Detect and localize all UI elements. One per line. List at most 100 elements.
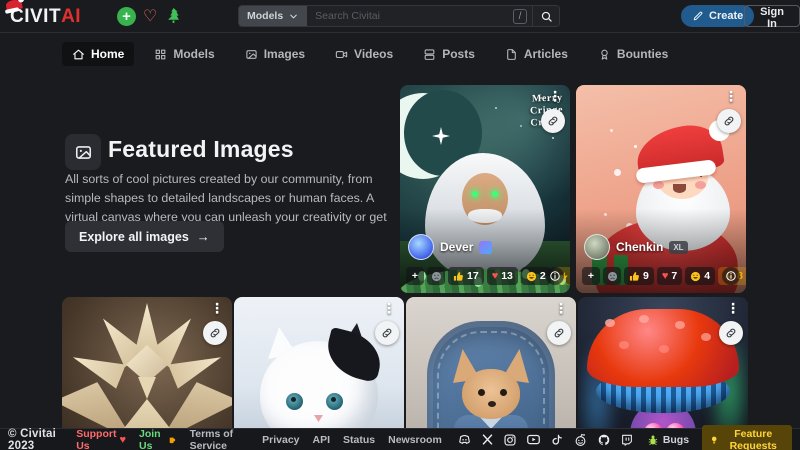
copyright: © Civitai 2023 xyxy=(8,428,63,450)
username: Chenkin xyxy=(616,240,663,254)
civitai-homepage: CIVITAI + ♡ Models / Create Sign In Home… xyxy=(0,0,800,450)
image-card-santa[interactable]: ⋮ Chenkin XL + 9 ♥7 4 8 xyxy=(576,85,746,293)
heart-icon: ♥ xyxy=(662,270,669,282)
card-menu-button[interactable]: ⋮ xyxy=(726,301,740,315)
main-nav: Home Models Images Videos Posts Articles… xyxy=(0,33,800,75)
tab-label: Posts xyxy=(442,47,475,61)
instagram-icon[interactable] xyxy=(503,433,517,447)
user-row[interactable]: Dever xyxy=(408,234,492,260)
cry-icon xyxy=(431,271,442,282)
explore-all-images-button[interactable]: Explore all images → xyxy=(65,221,224,252)
user-row[interactable]: Chenkin XL xyxy=(584,234,688,260)
reddit-icon[interactable] xyxy=(573,432,588,447)
dog-eye xyxy=(478,389,485,396)
mushroom-cap xyxy=(587,309,739,387)
reaction-laugh[interactable]: 4 xyxy=(685,267,715,285)
footer-link-newsroom[interactable]: Newsroom xyxy=(388,434,442,446)
feature-requests-button[interactable]: Feature Requests xyxy=(702,425,792,450)
tab-articles[interactable]: Articles xyxy=(495,42,578,66)
reaction-cry[interactable] xyxy=(603,267,621,285)
reaction-heart[interactable]: ♥7 xyxy=(657,267,682,285)
card-menu-button[interactable]: ⋮ xyxy=(724,89,738,103)
dog-nose xyxy=(488,401,496,407)
reaction-like[interactable]: 9 xyxy=(624,267,654,285)
image-icon xyxy=(245,48,258,61)
santa-cheek xyxy=(695,181,706,189)
card-menu-button[interactable]: ⋮ xyxy=(382,301,396,315)
arrow-right-icon: → xyxy=(197,229,210,244)
grid-icon xyxy=(154,48,167,61)
x-icon[interactable] xyxy=(481,433,494,446)
info-button[interactable] xyxy=(546,267,564,285)
reaction-heart[interactable]: ♥13 xyxy=(487,267,518,285)
tab-posts[interactable]: Posts xyxy=(413,42,485,66)
logo-text-ai: AI xyxy=(61,6,81,28)
search-button[interactable] xyxy=(532,6,559,26)
copy-link-button[interactable] xyxy=(203,321,227,345)
dog-eye xyxy=(500,389,507,396)
footer-link-status[interactable]: Status xyxy=(343,434,375,446)
tab-images[interactable]: Images xyxy=(235,42,315,66)
cta-label: Explore all images xyxy=(79,230,189,244)
info-icon xyxy=(549,270,561,282)
sign-in-button[interactable]: Sign In xyxy=(744,5,800,27)
civitai-logo[interactable]: CIVITAI xyxy=(10,5,81,29)
tab-label: Home xyxy=(91,47,124,61)
wizard-eye xyxy=(492,191,498,197)
page-title: Featured Images xyxy=(108,136,294,163)
tab-bounties[interactable]: Bounties xyxy=(588,42,678,66)
footer-link-privacy[interactable]: Privacy xyxy=(262,434,299,446)
heart-icon[interactable]: ♡ xyxy=(143,6,157,26)
card-menu-button[interactable]: ⋮ xyxy=(210,301,224,315)
tab-label: Articles xyxy=(524,47,568,61)
footer-link-support-us[interactable]: Support Us♥ xyxy=(76,428,126,450)
footer-link-terms[interactable]: Terms of Service xyxy=(190,428,250,450)
copy-link-button[interactable] xyxy=(719,321,743,345)
search-input[interactable] xyxy=(307,6,513,26)
copy-link-button[interactable] xyxy=(717,109,741,133)
search-category-label: Models xyxy=(247,10,283,22)
copy-link-button[interactable] xyxy=(547,321,571,345)
video-icon xyxy=(335,48,348,61)
tab-models[interactable]: Models xyxy=(144,42,224,66)
twitch-icon[interactable] xyxy=(620,433,634,447)
bugs-link[interactable]: Bugs xyxy=(647,434,689,446)
tab-home[interactable]: Home xyxy=(62,42,134,66)
reaction-cry[interactable] xyxy=(427,267,445,285)
user-badge: XL xyxy=(669,241,687,254)
laugh-icon xyxy=(690,271,701,282)
tiktok-icon[interactable] xyxy=(550,433,564,447)
copy-link-button[interactable] xyxy=(375,321,399,345)
footer-link-api[interactable]: API xyxy=(313,434,331,446)
tab-label: Videos xyxy=(354,47,393,61)
card-menu-button[interactable]: ⋮ xyxy=(548,89,562,103)
laugh-icon xyxy=(526,271,537,282)
link-icon xyxy=(209,327,221,339)
add-reaction-button[interactable]: + xyxy=(406,267,424,285)
christmas-tree-icon[interactable] xyxy=(165,7,182,24)
link-icon xyxy=(553,327,565,339)
beer-mug-icon xyxy=(168,434,176,446)
youtube-icon[interactable] xyxy=(526,432,541,447)
info-button[interactable] xyxy=(722,267,740,285)
image-card-wizard[interactable]: Merry Cringe Cringe ⋮ Dever + 17 ♥13 2 1… xyxy=(400,85,570,293)
wizard-eye xyxy=(472,191,478,197)
bounty-icon xyxy=(598,48,611,61)
santa-cheek xyxy=(653,181,664,189)
discord-icon[interactable] xyxy=(457,432,472,447)
reaction-like[interactable]: 17 xyxy=(448,267,484,285)
add-button[interactable]: + xyxy=(117,7,136,26)
tab-videos[interactable]: Videos xyxy=(325,42,403,66)
github-icon[interactable] xyxy=(597,433,611,447)
cat-eye xyxy=(326,393,343,410)
copy-link-button[interactable] xyxy=(541,109,565,133)
footer-link-join-us[interactable]: Join Us xyxy=(139,428,177,450)
card-menu-button[interactable]: ⋮ xyxy=(554,301,568,315)
search-bar: Models / xyxy=(238,5,560,27)
bug-icon xyxy=(647,434,659,446)
cry-icon xyxy=(607,271,618,282)
add-reaction-button[interactable]: + xyxy=(582,267,600,285)
search-category-select[interactable]: Models xyxy=(239,6,307,26)
sparkles xyxy=(576,85,579,88)
info-icon xyxy=(725,270,737,282)
